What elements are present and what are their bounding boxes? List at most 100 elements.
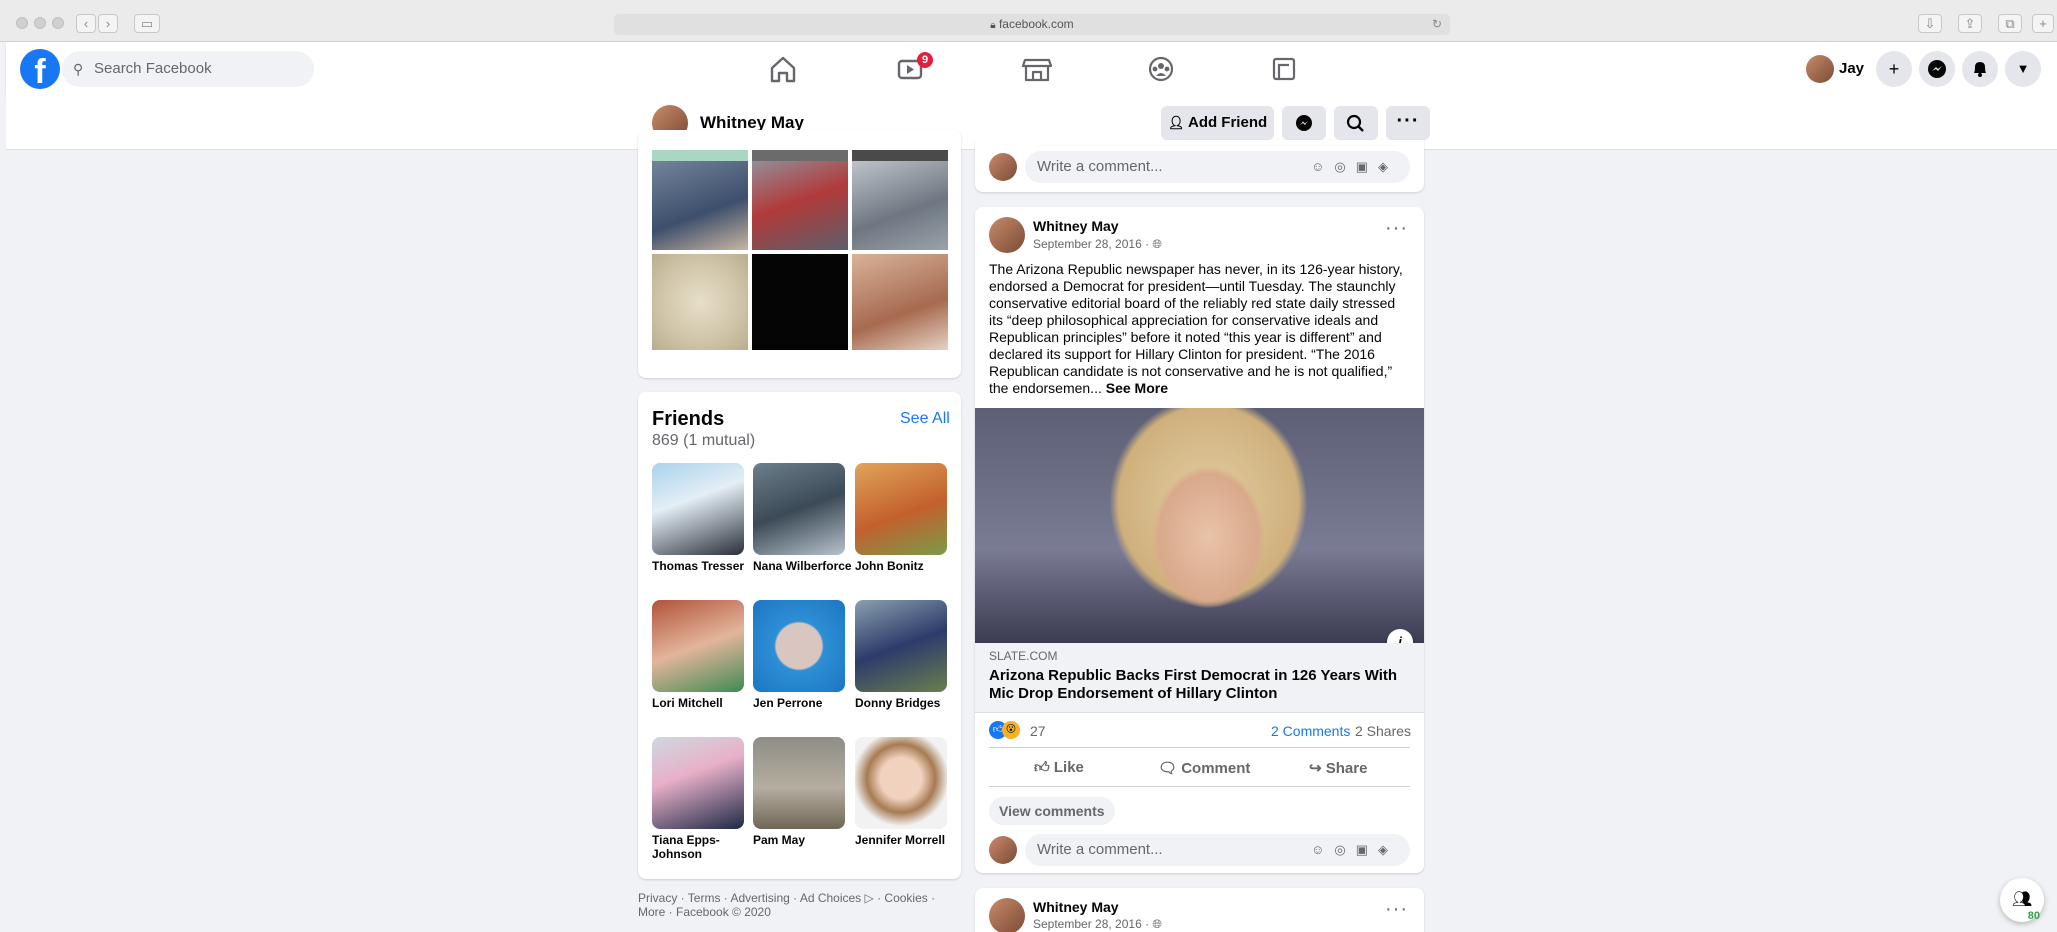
see-more-link[interactable]: See More [1106, 380, 1168, 396]
comment-tools-icons[interactable]: ☺◎▣◈ [1311, 151, 1398, 183]
notifications-icon[interactable] [1962, 51, 1998, 87]
friend-name[interactable]: Pam May [753, 833, 853, 847]
friend-photo[interactable] [855, 737, 947, 829]
friend-name[interactable]: Tiana Epps-Johnson [652, 833, 752, 861]
post-author-avatar[interactable] [989, 217, 1025, 253]
messenger-icon[interactable] [1919, 51, 1955, 87]
photo-thumbnail[interactable] [652, 152, 748, 250]
wow-reaction-icon: 😮︎ [1002, 721, 1020, 739]
post-author[interactable]: Whitney May [1033, 899, 1119, 915]
message-button[interactable] [1282, 106, 1326, 140]
post-author-avatar[interactable] [989, 898, 1025, 932]
friend-name[interactable]: Lori Mitchell [652, 696, 752, 710]
url-text: facebook.com [998, 17, 1074, 31]
post-date[interactable]: September 28, 2016 · 🌐︎ [1033, 237, 1162, 252]
photo-thumbnail[interactable] [752, 254, 848, 350]
photo-thumbnail[interactable] [852, 152, 948, 250]
sidebar-toggle-icon[interactable]: ▭ [134, 14, 160, 33]
friend-name[interactable]: Thomas Tresser [652, 559, 752, 573]
groups-icon[interactable] [1136, 52, 1186, 86]
photos-card [638, 130, 961, 378]
add-friend-button[interactable]: 👤︎ Add Friend [1161, 106, 1274, 140]
comments-count-link[interactable]: 2 Comments [1271, 723, 1350, 739]
link-preview-image[interactable] [975, 408, 1424, 643]
friend-photo[interactable] [855, 463, 947, 555]
friend-name[interactable]: Jennifer Morrell [855, 833, 955, 847]
post-author[interactable]: Whitney May [1033, 218, 1119, 234]
address-bar[interactable]: 🔒︎ facebook.com ↻ [614, 14, 1450, 35]
friend-photo[interactable] [652, 600, 744, 692]
view-comments-button[interactable]: View comments [989, 797, 1115, 825]
tabs-icon[interactable]: ⧉ [1998, 14, 2022, 33]
public-globe-icon: 🌐︎ [1152, 917, 1163, 931]
download-icon[interactable]: ⇩ [1918, 14, 1942, 33]
minimize-window-button[interactable] [34, 17, 46, 29]
account-menu-icon[interactable]: ▼ [2005, 51, 2041, 87]
previous-post-comment-area: Write a comment... ☺◎▣◈ [975, 140, 1424, 192]
like-button[interactable]: 👍︎ Like [1034, 759, 1084, 777]
friend-name[interactable]: Donny Bridges [855, 696, 955, 710]
reload-icon[interactable]: ↻ [1432, 14, 1442, 35]
zoom-window-button[interactable] [52, 17, 64, 29]
comment-icon: 🗨︎ [1158, 760, 1178, 777]
friends-count: 869 (1 mutual) [652, 432, 756, 449]
add-friend-icon: 👤︎ [1167, 115, 1185, 130]
create-icon[interactable]: + [1876, 51, 1912, 87]
reaction-icons[interactable]: 👍︎ 😮︎ [989, 721, 1025, 739]
comment-input[interactable]: Write a comment... ☺◎▣◈ [1025, 834, 1410, 866]
more-options-button[interactable]: ··· [1386, 106, 1430, 140]
shares-count[interactable]: 2 Shares [1355, 723, 1411, 739]
friend-name[interactable]: Jen Perrone [753, 696, 853, 710]
photo-thumbnail[interactable] [752, 152, 848, 250]
reactions-count[interactable]: 27 [1030, 723, 1046, 739]
friend-name[interactable]: Nana Wilberforce [753, 559, 853, 573]
profile-avatar[interactable] [1806, 55, 1834, 83]
lock-icon: 🔒︎ [990, 20, 996, 31]
new-tab-icon[interactable]: + [2032, 14, 2054, 33]
next-post-card: Whitney May September 28, 2016 · 🌐︎ ··· [975, 888, 1424, 932]
comment-input[interactable]: Write a comment... ☺◎▣◈ [1025, 151, 1410, 183]
more-icon: ··· [1396, 110, 1420, 132]
photo-thumbnail[interactable] [652, 150, 748, 161]
close-window-button[interactable] [16, 17, 28, 29]
friend-photo[interactable] [753, 737, 845, 829]
profile-name[interactable]: Jay [1839, 60, 1864, 77]
gaming-icon[interactable] [1259, 52, 1309, 86]
photo-thumbnail[interactable] [752, 150, 848, 161]
home-icon[interactable] [758, 52, 808, 86]
post-more-icon[interactable]: ··· [1385, 217, 1408, 240]
photo-thumbnail[interactable] [652, 254, 748, 350]
friend-photo[interactable] [652, 737, 744, 829]
link-preview-meta[interactable]: SLATE.COM Arizona Republic Backs First D… [975, 643, 1424, 713]
friend-name[interactable]: John Bonitz [855, 559, 955, 573]
watch-badge: 9 [917, 52, 934, 68]
messenger-icon [1296, 115, 1312, 131]
post-date[interactable]: September 28, 2016 · 🌐︎ [1033, 917, 1162, 932]
friend-photo[interactable] [652, 463, 744, 555]
marketplace-icon[interactable] [1012, 52, 1062, 86]
share-icon: ↪︎ [1309, 760, 1322, 777]
footer-links[interactable]: Privacy · Terms · Advertising · Ad Choic… [638, 891, 958, 919]
friend-photo[interactable] [855, 600, 947, 692]
photo-thumbnail[interactable] [852, 254, 948, 350]
active-count-badge: 80 [2027, 910, 2040, 922]
share-icon[interactable]: ⇪ [1958, 14, 1982, 33]
forward-icon[interactable]: › [98, 14, 118, 33]
share-button[interactable]: ↪︎ Share [1309, 759, 1367, 777]
see-all-friends-link[interactable]: See All [900, 410, 950, 428]
link-title: Arizona Republic Backs First Democrat in… [989, 667, 1398, 702]
browser-toolbar: ‹ › ▭ 🔒︎ facebook.com ↻ ⇩ ⇪ ⧉ + [0, 0, 2057, 42]
new-message-icon[interactable]: 👥︎ 80 [2000, 878, 2044, 922]
comment-button[interactable]: 🗨︎ Comment [1158, 759, 1250, 777]
comment-tools-icons[interactable]: ☺◎▣◈ [1311, 834, 1398, 866]
facebook-logo-icon[interactable]: f [20, 49, 60, 91]
back-icon[interactable]: ‹ [76, 14, 96, 33]
friend-photo[interactable] [753, 463, 845, 555]
friend-photo[interactable] [753, 600, 845, 692]
post-card: Whitney May September 28, 2016 · 🌐︎ ··· … [975, 207, 1424, 873]
search-input[interactable]: ⚲ Search Facebook [62, 51, 314, 87]
watch-icon[interactable]: 9 [887, 52, 937, 86]
profile-search-button[interactable] [1334, 106, 1378, 140]
photo-thumbnail[interactable] [852, 150, 948, 161]
post-more-icon[interactable]: ··· [1385, 898, 1408, 921]
